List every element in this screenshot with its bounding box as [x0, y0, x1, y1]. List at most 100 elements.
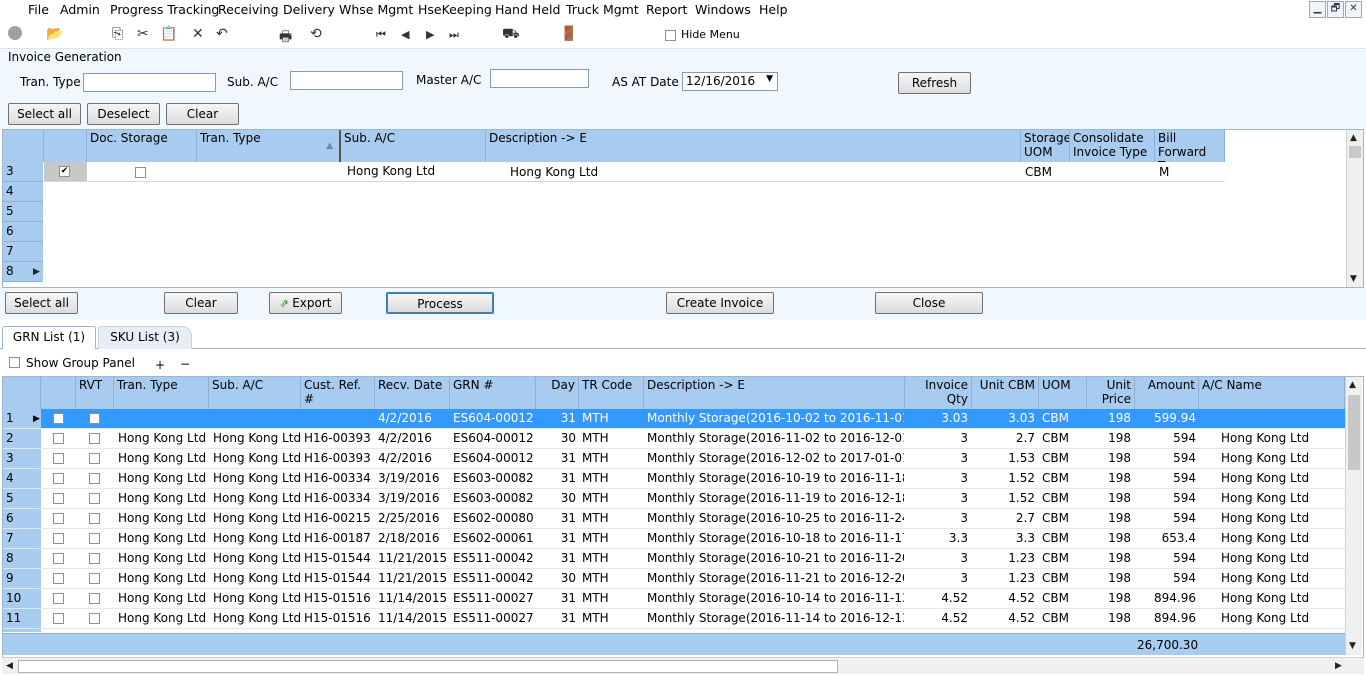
scroll-up-icon[interactable]: ▲: [1349, 380, 1356, 390]
tab-sku-list[interactable]: SKU List (3): [98, 326, 192, 349]
forklift-icon[interactable]: ⛟: [502, 26, 520, 44]
collapse-all-icon[interactable]: −: [180, 357, 190, 371]
first-record-icon[interactable]: ⏮: [376, 28, 386, 42]
row-select-checkbox[interactable]: [53, 473, 64, 484]
paste-icon[interactable]: 📋: [160, 26, 177, 42]
rvt-checkbox[interactable]: [89, 553, 100, 564]
deselect-button[interactable]: Deselect: [87, 103, 160, 125]
rvt-checkbox[interactable]: [89, 573, 100, 584]
open-folder-icon[interactable]: 📂: [46, 26, 63, 42]
col-description[interactable]: Description -> E: [644, 377, 905, 409]
col-cust-ref[interactable]: Cust. Ref. #: [301, 377, 375, 409]
table-row[interactable]: 2 Hong Kong Ltd Hong Kong Ltd H16-00393 4/2/…: [3, 429, 1345, 449]
rvt-checkbox[interactable]: [89, 493, 100, 504]
menu-admin[interactable]: Admin: [60, 2, 100, 17]
rvt-checkbox[interactable]: [89, 613, 100, 624]
find-replace-icon[interactable]: ⟲: [310, 26, 322, 42]
menu-truck-mgmt[interactable]: Truck Mgmt: [566, 2, 639, 17]
table-row[interactable]: 6 Hong Kong Ltd Hong Kong Ltd H16-00215 2/25…: [3, 509, 1345, 529]
as-at-date-picker[interactable]: 12/16/2016 ▼: [682, 72, 778, 91]
process-button[interactable]: Process: [386, 292, 494, 314]
menu-windows[interactable]: Windows: [695, 2, 751, 17]
previous-record-icon[interactable]: ◀: [401, 28, 409, 41]
scroll-right-icon[interactable]: ▶: [1335, 661, 1342, 671]
next-record-icon[interactable]: ▶: [426, 28, 434, 41]
table-row[interactable]: [3, 629, 1345, 632]
close-window-button[interactable]: ✕: [1345, 1, 1362, 18]
col-amount[interactable]: Amount: [1135, 377, 1199, 409]
row-select-checkbox[interactable]: [53, 553, 64, 564]
expand-all-icon[interactable]: +: [155, 358, 165, 372]
restore-button[interactable]: 🗗: [1327, 1, 1344, 18]
scroll-left-icon[interactable]: ◀: [6, 661, 13, 671]
refresh-button[interactable]: Refresh: [898, 72, 971, 94]
row-select-checkbox[interactable]: [53, 433, 64, 444]
grid1-vertical-scrollbar[interactable]: ▲ ▼: [1346, 130, 1363, 287]
col-bill-forward-type[interactable]: Bill Forward Type: [1155, 130, 1225, 162]
rvt-checkbox[interactable]: [89, 473, 100, 484]
table-row[interactable]: 10 Hong Kong Ltd Hong Kong Ltd H15-01516 11/…: [3, 589, 1345, 609]
rvt-checkbox[interactable]: [89, 453, 100, 464]
table-row[interactable]: 5 Hong Kong Ltd Hong Kong Ltd H16-00334 3/19…: [3, 489, 1345, 509]
menu-receiving[interactable]: Receiving: [218, 2, 279, 17]
doc-storage-checkbox[interactable]: [135, 167, 146, 178]
col-sub-ac[interactable]: Sub. A/C: [209, 377, 301, 409]
rvt-checkbox[interactable]: [89, 533, 100, 544]
table-row[interactable]: 1 ▶ 4/2/2016 ES604-00012 31 MTH Monthly Storag…: [3, 409, 1345, 429]
rvt-checkbox[interactable]: [89, 513, 100, 524]
row-select-checkbox[interactable]: [53, 613, 64, 624]
export-button[interactable]: ⇗ Export: [269, 292, 342, 314]
hide-menu-checkbox[interactable]: [665, 30, 676, 41]
col-ac-name[interactable]: A/C Name: [1199, 377, 1345, 409]
row-select-checkbox[interactable]: [53, 453, 64, 464]
last-record-icon[interactable]: ⏭: [449, 28, 459, 42]
col-consolidate-invoice-type[interactable]: Consolidate Invoice Type: [1070, 130, 1155, 162]
table-row[interactable]: 4 Hong Kong Ltd Hong Kong Ltd H16-00334 3/19…: [3, 469, 1345, 489]
col-storage-uom[interactable]: Storage UOM: [1021, 130, 1070, 162]
row-select-checkbox[interactable]: [53, 593, 64, 604]
row-select-checkbox[interactable]: [53, 413, 64, 424]
menu-whse-mgmt[interactable]: Whse Mgmt: [339, 2, 413, 17]
show-group-panel-checkbox[interactable]: [9, 357, 20, 368]
col-tr-code[interactable]: TR Code: [579, 377, 644, 409]
undo-icon[interactable]: ↶: [216, 26, 228, 42]
menu-progress-tracking[interactable]: Progress Tracking: [110, 2, 219, 17]
menu-report[interactable]: Report: [646, 2, 687, 17]
clear-button-2[interactable]: Clear: [164, 292, 238, 314]
scroll-thumb[interactable]: [1348, 395, 1360, 470]
col-sub-ac[interactable]: Sub. A/C: [341, 130, 486, 162]
table-row[interactable]: ✔ Hong Kong Ltd Hong Kong Ltd CBM M: [44, 162, 1225, 182]
clear-button[interactable]: Clear: [166, 103, 239, 125]
menu-file[interactable]: File: [28, 2, 49, 17]
scroll-thumb[interactable]: [1349, 146, 1361, 158]
col-grn-number[interactable]: GRN #: [450, 377, 536, 409]
col-tran-type[interactable]: Tran. Type: [114, 377, 209, 409]
table-row[interactable]: 7 Hong Kong Ltd Hong Kong Ltd H16-00187 2/18…: [3, 529, 1345, 549]
col-description[interactable]: Description -> E: [486, 130, 1021, 162]
minimize-button[interactable]: ▁: [1309, 1, 1326, 18]
select-all-button-2[interactable]: Select all: [5, 292, 78, 314]
col-uom[interactable]: UOM: [1039, 377, 1087, 409]
row-select-checkbox[interactable]: [53, 493, 64, 504]
table-row[interactable]: 8 Hong Kong Ltd Hong Kong Ltd H15-01544 11/2…: [3, 549, 1345, 569]
table-row[interactable]: 9 Hong Kong Ltd Hong Kong Ltd H15-01544 11/2…: [3, 569, 1345, 589]
col-unit-price[interactable]: Unit Price: [1087, 377, 1135, 409]
create-invoice-button[interactable]: Create Invoice: [666, 292, 774, 314]
rvt-checkbox[interactable]: [89, 413, 100, 424]
row-select-checkbox[interactable]: [53, 513, 64, 524]
col-rvt[interactable]: RVT: [76, 377, 114, 409]
scroll-thumb[interactable]: [18, 660, 838, 673]
scroll-up-icon[interactable]: ▲: [1350, 133, 1357, 143]
col-tran-type[interactable]: Tran. Type ▲: [197, 130, 341, 162]
tran-type-input[interactable]: [83, 73, 216, 92]
close-button[interactable]: Close: [875, 292, 983, 314]
table-row[interactable]: 3 Hong Kong Ltd Hong Kong Ltd H16-00393 4/2/…: [3, 449, 1345, 469]
rvt-checkbox[interactable]: [89, 433, 100, 444]
delete-icon[interactable]: ✕: [192, 26, 204, 42]
master-ac-input[interactable]: [490, 69, 589, 88]
print-preview-icon[interactable]: 🖶: [279, 26, 292, 50]
tab-grn-list[interactable]: GRN List (1): [2, 326, 96, 349]
col-doc-storage[interactable]: Doc. Storage: [87, 130, 197, 162]
scroll-down-icon[interactable]: ▼: [1349, 641, 1356, 651]
row-select-checkbox[interactable]: ✔: [59, 166, 70, 177]
